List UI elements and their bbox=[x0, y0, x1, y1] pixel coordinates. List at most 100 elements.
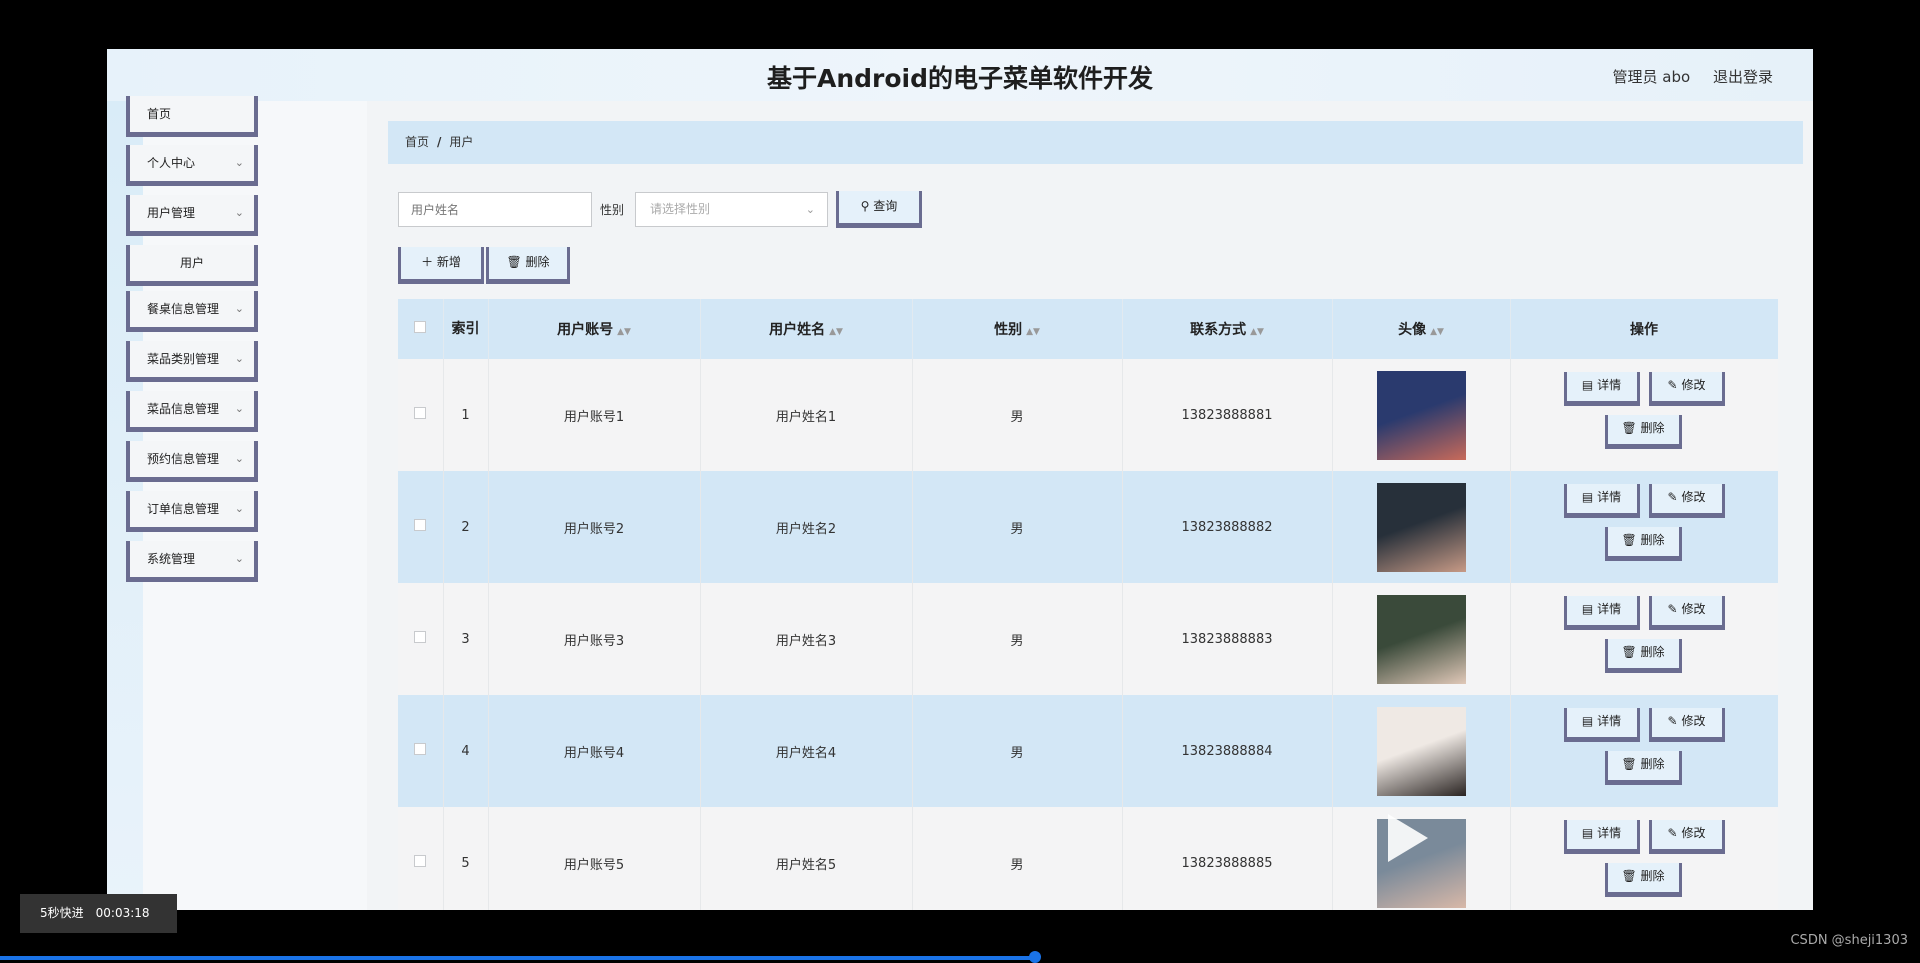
sidebar-item[interactable]: 预约信息管理 ⌄ bbox=[126, 441, 258, 482]
delete-button[interactable]: 🗑 删除 bbox=[1604, 863, 1682, 897]
edit-button[interactable]: ✎ 修改 bbox=[1648, 596, 1725, 630]
sidebar-item[interactable]: 个人中心 ⌄ bbox=[126, 145, 258, 186]
row-checkbox[interactable] bbox=[414, 519, 427, 531]
video-progress-bar[interactable] bbox=[0, 956, 1035, 960]
gender-label: 性别 bbox=[600, 203, 625, 217]
detail-button-label: 详情 bbox=[1597, 714, 1622, 728]
row-phone: 13823888881 bbox=[1122, 359, 1333, 471]
detail-button[interactable]: ▤ 详情 bbox=[1563, 484, 1640, 518]
video-scrub-handle[interactable] bbox=[1028, 951, 1041, 963]
gender-select-placeholder: 请选择性别 bbox=[650, 202, 711, 216]
row-phone: 13823888883 bbox=[1122, 583, 1333, 695]
sort-icon: ▲▼ bbox=[1250, 327, 1264, 337]
avatar[interactable] bbox=[1376, 370, 1466, 460]
detail-button[interactable]: ▤ 详情 bbox=[1563, 372, 1640, 406]
edit-button[interactable]: ✎ 修改 bbox=[1648, 372, 1725, 406]
sidebar-item[interactable]: 菜品信息管理 ⌄ bbox=[126, 391, 258, 432]
trash-icon: 🗑 bbox=[1621, 421, 1637, 435]
sidebar-item[interactable]: 系统管理 ⌄ bbox=[126, 541, 258, 582]
pencil-icon: ✎ bbox=[1667, 490, 1678, 504]
row-index: 3 bbox=[443, 583, 489, 695]
delete-button[interactable]: 🗑 删除 bbox=[1604, 415, 1682, 449]
delete-button[interactable]: 🗑 删除 bbox=[1604, 527, 1682, 561]
row-ops-cell: ▤ 详情 ✎ 修改 🗑 删除 bbox=[1510, 807, 1778, 910]
detail-button[interactable]: ▤ 详情 bbox=[1563, 708, 1640, 742]
header-index: 索引 bbox=[443, 299, 489, 359]
row-name: 用户姓名1 bbox=[700, 359, 913, 471]
sidebar-item-label: 预约信息管理 bbox=[147, 452, 220, 466]
table-header-row: 索引 用户账号 ▲▼ 用户姓名 ▲▼ 性别 ▲▼ 联系方式 ▲▼ 头像 ▲▼ 操作 bbox=[398, 299, 1778, 359]
header-account-label: 用户账号 bbox=[557, 322, 614, 338]
delete-button[interactable]: 🗑 删除 bbox=[1604, 751, 1682, 785]
avatar[interactable] bbox=[1376, 594, 1466, 684]
row-checkbox[interactable] bbox=[414, 855, 427, 867]
sidebar-item[interactable]: 订单信息管理 ⌄ bbox=[126, 491, 258, 532]
breadcrumb-home[interactable]: 首页 bbox=[405, 135, 429, 149]
row-checkbox[interactable] bbox=[414, 743, 427, 755]
edit-button[interactable]: ✎ 修改 bbox=[1648, 820, 1725, 854]
header-avatar[interactable]: 头像 ▲▼ bbox=[1332, 299, 1511, 359]
header-name[interactable]: 用户姓名 ▲▼ bbox=[700, 299, 913, 359]
pencil-icon: ✎ bbox=[1667, 826, 1678, 840]
bulk-delete-button[interactable]: 🗑 删除 bbox=[486, 247, 570, 284]
username-search-input[interactable] bbox=[398, 192, 592, 227]
header-phone[interactable]: 联系方式 ▲▼ bbox=[1122, 299, 1333, 359]
row-index: 4 bbox=[443, 695, 489, 807]
delete-button-label: 删除 bbox=[1640, 533, 1665, 547]
row-avatar-cell bbox=[1332, 359, 1511, 471]
avatar[interactable] bbox=[1376, 706, 1466, 796]
query-button-label: 查询 bbox=[873, 199, 898, 213]
row-ops-cell: ▤ 详情 ✎ 修改 🗑 删除 bbox=[1510, 695, 1778, 807]
chevron-down-icon: ⌄ bbox=[234, 402, 244, 415]
trash-icon: 🗑 bbox=[1621, 757, 1637, 771]
trash-icon: 🗑 bbox=[1621, 645, 1637, 659]
edit-button[interactable]: ✎ 修改 bbox=[1648, 484, 1725, 518]
trash-icon: 🗑 bbox=[506, 255, 522, 269]
row-select-cell bbox=[398, 583, 444, 695]
detail-button[interactable]: ▤ 详情 bbox=[1563, 596, 1640, 630]
chevron-down-icon: ⌄ bbox=[805, 203, 815, 216]
row-checkbox[interactable] bbox=[414, 631, 427, 643]
row-gender: 男 bbox=[912, 807, 1123, 910]
row-select-cell bbox=[398, 359, 444, 471]
sidebar-item-label: 首页 bbox=[147, 107, 172, 121]
row-checkbox[interactable] bbox=[414, 407, 427, 419]
gender-select[interactable]: 请选择性别 ⌄ bbox=[635, 192, 828, 227]
edit-button-label: 修改 bbox=[1681, 602, 1706, 616]
header-ops: 操作 bbox=[1510, 299, 1778, 359]
sidebar-item[interactable]: 菜品类别管理 ⌄ bbox=[126, 341, 258, 382]
delete-button[interactable]: 🗑 删除 bbox=[1604, 639, 1682, 673]
sidebar-item[interactable]: 用户 bbox=[126, 245, 258, 286]
trash-icon: 🗑 bbox=[1621, 533, 1637, 547]
edit-button[interactable]: ✎ 修改 bbox=[1648, 708, 1725, 742]
plus-icon: ＋ bbox=[421, 255, 434, 269]
detail-button[interactable]: ▤ 详情 bbox=[1563, 820, 1640, 854]
logout-link[interactable]: 退出登录 bbox=[1713, 68, 1773, 86]
table-row: 5 用户账号5 用户姓名5 男 13823888885 ▤ 详情 ✎ 修改 🗑 删除 bbox=[398, 807, 1778, 910]
detail-button-label: 详情 bbox=[1597, 602, 1622, 616]
sidebar-item[interactable]: 首页 bbox=[126, 96, 258, 137]
sidebar-item[interactable]: 用户管理 ⌄ bbox=[126, 195, 258, 236]
play-icon[interactable] bbox=[1388, 814, 1428, 862]
header-account[interactable]: 用户账号 ▲▼ bbox=[488, 299, 701, 359]
query-button[interactable]: ⚲ 查询 bbox=[836, 191, 922, 228]
video-time: 00:03:18 bbox=[95, 906, 150, 920]
row-account: 用户账号5 bbox=[488, 807, 701, 910]
row-account: 用户账号2 bbox=[488, 471, 701, 583]
sort-icon: ▲▼ bbox=[1026, 327, 1040, 337]
pencil-icon: ✎ bbox=[1667, 602, 1678, 616]
sidebar-item-label: 菜品信息管理 bbox=[147, 402, 220, 416]
sidebar-item[interactable]: 餐桌信息管理 ⌄ bbox=[126, 291, 258, 332]
fast-forward-overlay: 5秒快进 00:03:18 bbox=[20, 894, 177, 933]
avatar[interactable] bbox=[1376, 482, 1466, 572]
add-button[interactable]: ＋ 新增 bbox=[398, 247, 484, 284]
row-avatar-cell bbox=[1332, 583, 1511, 695]
row-select-cell bbox=[398, 695, 444, 807]
header-gender[interactable]: 性别 ▲▼ bbox=[912, 299, 1123, 359]
document-icon: ▤ bbox=[1581, 826, 1594, 840]
select-all-checkbox[interactable] bbox=[414, 321, 427, 333]
row-account: 用户账号1 bbox=[488, 359, 701, 471]
row-index: 2 bbox=[443, 471, 489, 583]
chevron-down-icon: ⌄ bbox=[234, 552, 244, 565]
delete-button-label: 删除 bbox=[1640, 757, 1665, 771]
